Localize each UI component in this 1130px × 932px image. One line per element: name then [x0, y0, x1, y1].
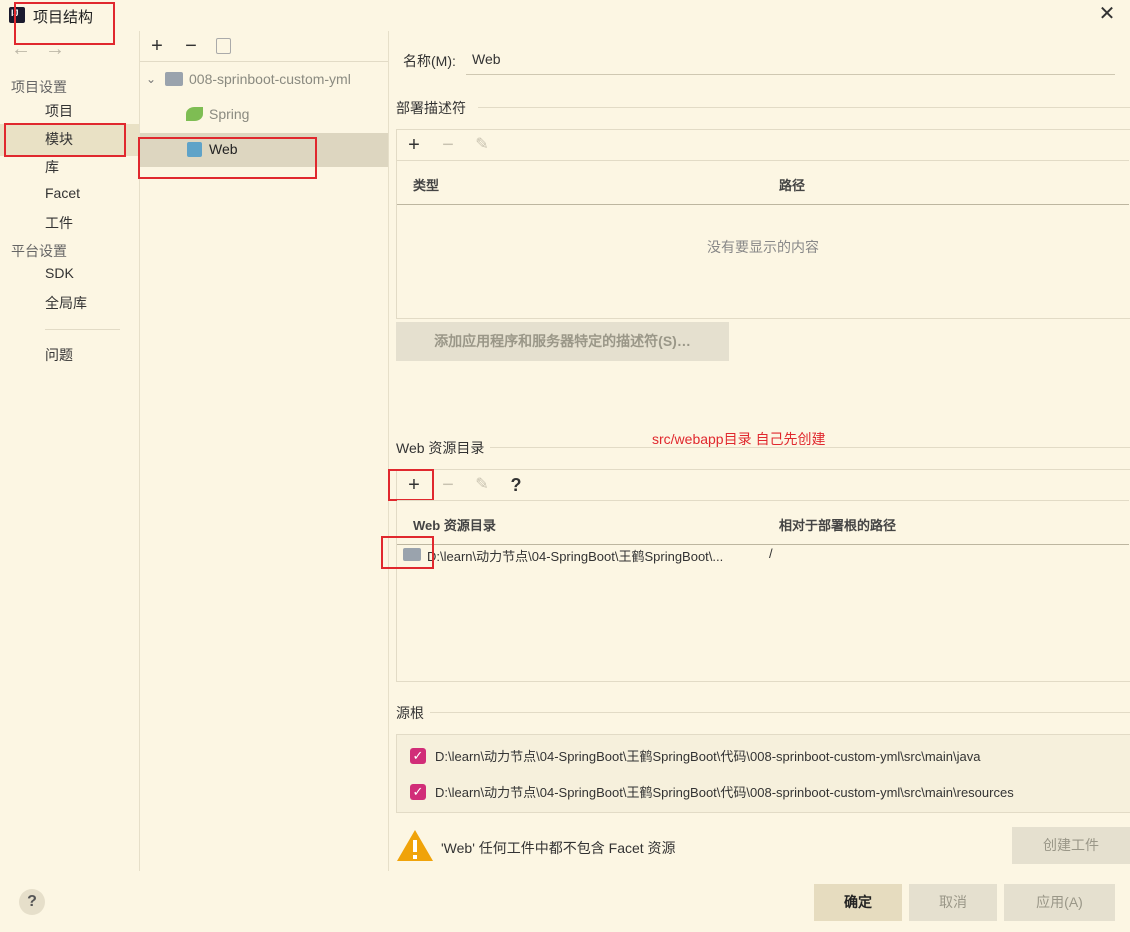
warning-icon [397, 830, 433, 861]
sidebar-item-libraries[interactable]: 库 [45, 157, 59, 177]
deploy-col-path[interactable]: 路径 [779, 175, 805, 194]
forward-arrow-icon[interactable]: → [45, 38, 65, 61]
web-res-row-rel[interactable]: / [769, 546, 773, 561]
sidebar-item-project[interactable]: 项目 [45, 101, 73, 121]
annotation-box-modules [4, 123, 126, 157]
source-root-java: D:\learn\动力节点\04-SpringBoot\王鹤SpringBoot… [435, 749, 981, 764]
web-res-col-rel[interactable]: 相对于部署根的路径 [779, 515, 896, 534]
web-res-row-dir[interactable]: D:\learn\动力节点\04-SpringBoot\王鹤SpringBoot… [427, 546, 723, 565]
sidebar-item-sdk[interactable]: SDK [45, 265, 74, 281]
title-bar [0, 0, 1130, 31]
cancel-button[interactable]: 取消 [909, 884, 997, 921]
sidebar-item-artifacts[interactable]: 工件 [45, 213, 73, 233]
copy-icon[interactable] [216, 38, 231, 54]
deploy-section-title: 部署描述符 [396, 100, 466, 116]
deploy-header-rule [397, 204, 1129, 205]
deploy-toolbar-rule [397, 160, 1129, 161]
add-module-icon[interactable]: + [147, 36, 167, 56]
create-artifact-button[interactable]: 创建工件 [1012, 827, 1130, 864]
name-field-underline [466, 74, 1115, 75]
sidebar-item-global-libraries[interactable]: 全局库 [45, 293, 87, 313]
name-label: 名称(M): [403, 53, 456, 69]
name-field[interactable]: Web [472, 51, 501, 67]
annotation-note: src/webapp目录 自己先创建 [652, 431, 826, 447]
annotation-box-web [138, 137, 317, 179]
tree-root-module[interactable]: 008-sprinboot-custom-yml [189, 71, 351, 87]
web-res-header-rule [397, 544, 1129, 545]
tree-divider-vertical [388, 31, 389, 871]
source-root-resources: D:\learn\动力节点\04-SpringBoot\王鹤SpringBoot… [435, 785, 1014, 800]
add-descriptor-button[interactable]: 添加应用程序和服务器特定的描述符(S)… [396, 322, 729, 361]
chevron-down-icon[interactable]: ⌄ [146, 72, 156, 86]
module-folder-icon [165, 72, 183, 86]
web-res-section-rule [490, 447, 1130, 448]
help-question-icon[interactable]: ? [506, 475, 526, 495]
deploy-col-type[interactable]: 类型 [413, 175, 439, 194]
close-icon[interactable]: ✕ [1097, 4, 1117, 24]
sidebar-header-platform-settings: 平台设置 [11, 243, 67, 259]
deploy-empty-text: 没有要显示的内容 [707, 239, 819, 255]
tree-item-spring[interactable]: Spring [209, 106, 249, 122]
edit-descriptor-icon: ✎ [475, 136, 489, 153]
source-roots-rule [430, 712, 1130, 713]
back-arrow-icon[interactable]: ← [11, 38, 31, 61]
source-root-checkbox-java[interactable]: ✓ [410, 748, 426, 764]
tree-toolbar-divider [140, 61, 388, 62]
web-res-col-dir[interactable]: Web 资源目录 [413, 515, 496, 534]
spring-leaf-icon [186, 107, 203, 121]
remove-module-icon[interactable]: − [181, 36, 201, 56]
help-icon[interactable]: ? [19, 889, 45, 915]
web-res-section-title: Web 资源目录 [396, 440, 485, 456]
annotation-box-add [388, 469, 434, 501]
apply-button[interactable]: 应用(A) [1004, 884, 1115, 921]
deploy-section-rule [478, 107, 1130, 108]
ok-button[interactable]: 确定 [814, 884, 902, 921]
add-descriptor-icon[interactable]: + [404, 135, 424, 155]
remove-web-res-icon: − [442, 474, 454, 496]
edit-web-res-icon: ✎ [475, 476, 489, 493]
deploy-panel [396, 129, 1130, 319]
annotation-box-row [381, 536, 434, 569]
sidebar-item-problems[interactable]: 问题 [45, 345, 73, 365]
source-roots-title: 源根 [396, 705, 424, 721]
sidebar-item-facet[interactable]: Facet [45, 185, 80, 201]
source-root-checkbox-resources[interactable]: ✓ [410, 784, 426, 800]
sidebar-header-project-settings: 项目设置 [11, 79, 67, 95]
sidebar-divider [45, 329, 120, 330]
warning-text: 'Web' 任何工件中都不包含 Facet 资源 [441, 840, 676, 856]
remove-descriptor-icon: − [442, 134, 454, 156]
web-res-toolbar-rule [397, 500, 1129, 501]
